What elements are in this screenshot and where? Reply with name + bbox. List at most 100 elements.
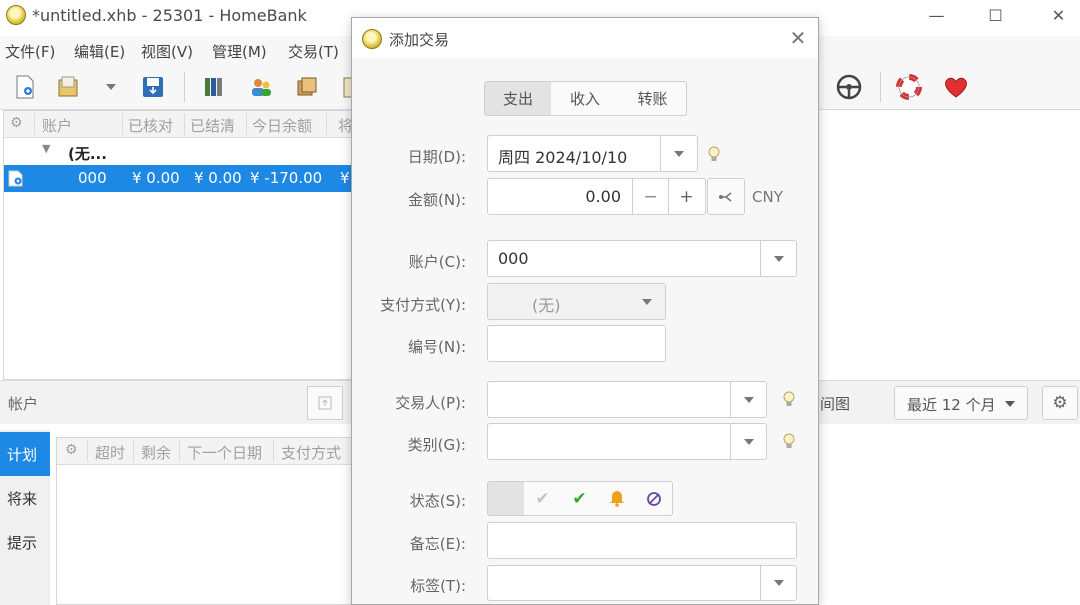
account-type-icon bbox=[8, 170, 24, 191]
payment-select[interactable]: (无) bbox=[487, 283, 666, 320]
menu-transaction[interactable]: 交易(T) bbox=[288, 41, 339, 62]
date-dropdown-button[interactable] bbox=[660, 136, 696, 171]
status-cleared-button[interactable]: ✔ bbox=[524, 481, 562, 516]
chevron-down-icon bbox=[642, 299, 652, 305]
chart-settings-button[interactable]: ⚙ bbox=[1042, 386, 1078, 420]
account-dropdown-button[interactable] bbox=[760, 241, 796, 276]
menu-file[interactable]: 文件(F) bbox=[5, 41, 55, 62]
scheduled-panel: ⚙ 超时 剩余 下一个日期 支付方式 bbox=[56, 437, 353, 605]
account-label: 账户(C): bbox=[408, 253, 466, 271]
column-header-account[interactable]: 账户 bbox=[42, 115, 72, 136]
help-lifebuoy-icon[interactable] bbox=[894, 72, 924, 102]
close-window-button[interactable]: ✕ bbox=[1036, 0, 1080, 30]
amount-increment-button[interactable]: + bbox=[668, 179, 704, 214]
date-label: 日期(D): bbox=[407, 148, 466, 166]
split-amount-button[interactable] bbox=[707, 178, 745, 215]
category-dropdown-button[interactable] bbox=[730, 424, 766, 459]
tab-transfer[interactable]: 转账 bbox=[619, 81, 687, 116]
menu-edit[interactable]: 编辑(E) bbox=[74, 41, 125, 62]
accounts-footer: 帐户 bbox=[0, 380, 352, 424]
payee-combo[interactable] bbox=[487, 381, 767, 418]
tab-future[interactable]: 将来 bbox=[0, 476, 50, 520]
tab-scheduled[interactable]: 计划 bbox=[0, 432, 50, 476]
vehicle-cost-icon[interactable] bbox=[834, 72, 864, 102]
status-remind-button[interactable] bbox=[598, 481, 636, 516]
accounts-icon[interactable] bbox=[199, 72, 229, 102]
chart-label: 间图 bbox=[820, 395, 851, 413]
open-recent-dropdown-icon[interactable] bbox=[96, 72, 126, 102]
payee-label: 交易人(P): bbox=[395, 394, 466, 412]
categories-icon[interactable] bbox=[292, 72, 322, 102]
new-file-icon[interactable] bbox=[10, 72, 40, 102]
column-separator bbox=[179, 440, 180, 462]
column-header-today[interactable]: 今日余额 bbox=[252, 115, 312, 136]
number-input[interactable] bbox=[487, 325, 666, 362]
donate-heart-icon[interactable] bbox=[941, 72, 971, 102]
tags-label: 标签(T): bbox=[410, 577, 466, 595]
column-header-payment[interactable]: 支付方式 bbox=[281, 442, 341, 463]
account-today-balance: ¥ -170.00 bbox=[250, 169, 323, 187]
column-settings-gear-icon[interactable]: ⚙ bbox=[10, 115, 23, 131]
number-label: 编号(N): bbox=[408, 338, 466, 356]
amount-value: 0.00 bbox=[585, 187, 621, 206]
amount-label: 金额(N): bbox=[408, 191, 466, 209]
tab-income[interactable]: 收入 bbox=[551, 81, 620, 116]
account-export-button[interactable] bbox=[307, 386, 343, 420]
payment-label: 支付方式(Y): bbox=[380, 296, 466, 314]
toolbar-separator bbox=[880, 72, 881, 102]
column-header-reconciled[interactable]: 已核对 bbox=[128, 115, 173, 136]
status-reconciled-button[interactable]: ✔ bbox=[561, 481, 599, 516]
tags-combo[interactable] bbox=[487, 565, 797, 601]
account-cleared: ¥ 0.00 bbox=[194, 169, 242, 187]
payee-dropdown-button[interactable] bbox=[730, 382, 766, 417]
column-separator bbox=[87, 440, 88, 462]
date-value: 周四 2024/10/10 bbox=[498, 148, 628, 167]
menu-view[interactable]: 视图(V) bbox=[141, 41, 193, 62]
dialog-close-button[interactable]: ✕ bbox=[786, 26, 810, 50]
status-none-button[interactable] bbox=[487, 481, 525, 516]
dialog-title: 添加交易 bbox=[389, 31, 450, 49]
open-file-icon[interactable] bbox=[54, 72, 84, 102]
accounts-footer-label: 帐户 bbox=[8, 395, 39, 413]
homebank-app-icon bbox=[6, 5, 26, 25]
date-field[interactable]: 周四 2024/10/10 bbox=[487, 135, 698, 172]
menu-manage[interactable]: 管理(M) bbox=[212, 41, 267, 62]
status-reconciled-icon: ✔ bbox=[572, 488, 587, 509]
column-header-next-date[interactable]: 下一个日期 bbox=[187, 442, 262, 463]
export-icon bbox=[318, 396, 332, 410]
minimize-button[interactable]: — bbox=[914, 0, 959, 30]
date-range-select[interactable]: 最近 12 个月 bbox=[894, 386, 1028, 420]
tags-dropdown-button[interactable] bbox=[760, 566, 796, 600]
category-combo[interactable] bbox=[487, 423, 767, 460]
payee-hint-bulb-icon bbox=[783, 391, 795, 406]
column-header-cleared[interactable]: 已结清 bbox=[190, 115, 235, 136]
column-separator bbox=[326, 113, 327, 135]
amount-field[interactable]: 0.00 − + bbox=[487, 178, 706, 215]
column-separator bbox=[133, 440, 134, 462]
payees-icon[interactable] bbox=[246, 72, 276, 102]
status-void-button[interactable] bbox=[635, 481, 673, 516]
memo-input[interactable] bbox=[487, 522, 797, 559]
column-separator bbox=[122, 113, 123, 135]
tab-tips[interactable]: 提示 bbox=[0, 520, 50, 564]
column-settings-gear-icon[interactable]: ⚙ bbox=[65, 442, 78, 458]
status-remind-icon bbox=[609, 491, 624, 507]
account-group-label: (无... bbox=[68, 145, 107, 163]
save-file-icon[interactable] bbox=[138, 72, 168, 102]
category-label: 类别(G): bbox=[407, 436, 466, 454]
account-group-row[interactable]: ▼ (无... bbox=[4, 139, 354, 165]
accounts-table-header: ⚙ 账户 已核对 已结清 今日余额 将 bbox=[4, 111, 354, 138]
amount-decrement-button[interactable]: − bbox=[632, 179, 668, 214]
expander-chevron-down-icon[interactable]: ▼ bbox=[42, 142, 50, 155]
maximize-button[interactable]: ☐ bbox=[973, 0, 1018, 30]
column-separator bbox=[184, 113, 185, 135]
bottom-side-tabs: 计划 将来 提示 bbox=[0, 430, 50, 605]
account-row[interactable]: 000 ¥ 0.00 ¥ 0.00 ¥ -170.00 ¥ -1 bbox=[4, 165, 369, 192]
gear-icon: ⚙ bbox=[1052, 393, 1068, 413]
tab-expense[interactable]: 支出 bbox=[484, 81, 552, 116]
column-header-overdue[interactable]: 超时 bbox=[95, 442, 125, 463]
account-name: 000 bbox=[78, 169, 107, 187]
column-header-remaining[interactable]: 剩余 bbox=[141, 442, 171, 463]
column-separator bbox=[34, 113, 35, 135]
account-select[interactable]: 000 bbox=[487, 240, 797, 277]
